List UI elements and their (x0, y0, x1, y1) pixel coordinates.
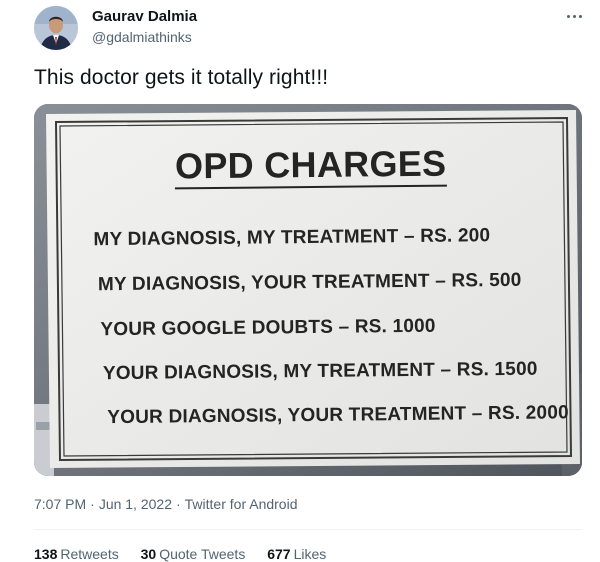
author-handle[interactable]: @gdalmiathinks (92, 29, 192, 45)
charge-line: YOUR DIAGNOSIS, MY TREATMENT – RS. 1500 (102, 358, 538, 385)
charge-line: MY DIAGNOSIS, MY TREATMENT – RS. 200 (93, 225, 491, 251)
quote-tweets-stat[interactable]: 30 Quote Tweets (141, 546, 246, 562)
tweet-text: This doctor gets it totally right!!! (34, 66, 329, 89)
charge-line: YOUR GOOGLE DOUBTS – RS. 1000 (100, 315, 436, 341)
avatar-image (34, 6, 78, 50)
opd-charges-notice: OPD CHARGES MY DIAGNOSIS, MY TREATMENT –… (46, 111, 578, 465)
tweet-meta: 7:07 PM · Jun 1, 2022 · Twitter for Android (34, 496, 298, 512)
charge-line: YOUR DIAGNOSIS, YOUR TREATMENT – RS. 200… (107, 402, 569, 429)
tweet: Gaurav Dalmia @gdalmiathinks This doctor… (0, 0, 600, 562)
tweet-time[interactable]: 7:07 PM (34, 496, 86, 512)
author-name[interactable]: Gaurav Dalmia (92, 8, 197, 25)
notice-title: OPD CHARGES (47, 141, 575, 190)
tweet-source[interactable]: Twitter for Android (185, 496, 298, 512)
avatar[interactable] (34, 6, 78, 50)
tweet-date[interactable]: Jun 1, 2022 (99, 496, 172, 512)
likes-stat[interactable]: 677 Likes (267, 546, 326, 562)
divider (34, 529, 582, 530)
tweet-stats: 138 Retweets 30 Quote Tweets 677 Likes (34, 546, 344, 562)
retweets-stat[interactable]: 138 Retweets (34, 546, 119, 562)
charge-line: MY DIAGNOSIS, YOUR TREATMENT – RS. 500 (97, 269, 522, 296)
tweet-photo[interactable]: OPD CHARGES MY DIAGNOSIS, MY TREATMENT –… (34, 104, 582, 476)
more-dots-icon[interactable] (560, 6, 588, 26)
